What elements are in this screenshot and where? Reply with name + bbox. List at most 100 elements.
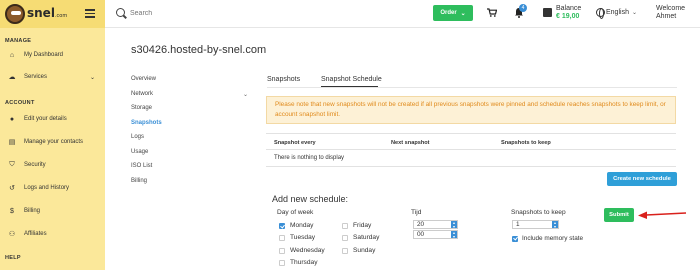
checkbox [342, 247, 348, 254]
contacts-icon: ▤ [8, 139, 16, 146]
sidebar-item-billing[interactable]: $ Billing [0, 204, 105, 218]
column-header-next-snapshot: Next snapshot [391, 140, 430, 146]
active-tab-indicator [321, 86, 378, 87]
checkbox-checked [279, 222, 285, 229]
tab-snapshots[interactable]: Snapshots [267, 76, 300, 83]
home-icon: ⌂ [9, 51, 15, 59]
sidebar-item-services[interactable]: ☁ Services ⌄ [0, 70, 105, 84]
subnav-usage[interactable]: Usage [131, 149, 148, 155]
day-label: Tuesday [290, 234, 316, 241]
create-schedule-button[interactable]: Create new schedule [607, 172, 677, 186]
sidebar-item-label: Services [24, 74, 48, 80]
minute-select[interactable]: 00 ▴ ▾ [413, 230, 458, 239]
table-empty-message: There is nothing to display [274, 155, 345, 161]
sidebar-item-security[interactable]: ⛉ Security [0, 158, 105, 172]
column-header-snapshots-to-keep: Snapshots to keep [501, 140, 551, 146]
snapshots-to-keep-label: Snapshots to keep [511, 209, 566, 216]
day-checkbox-friday[interactable]: Friday [342, 222, 371, 229]
checkbox [279, 234, 285, 241]
time-label: Tijd [411, 209, 422, 216]
hour-select[interactable]: 20 ▴ ▾ [413, 220, 458, 229]
day-label: Saturday [353, 234, 380, 241]
logo[interactable]: snel.com [0, 0, 105, 28]
user-menu[interactable]: Welcome Ahmet [656, 5, 685, 21]
day-checkbox-wednesday[interactable]: Wednesday [279, 247, 325, 254]
sidebar-section-help: HELP [5, 255, 21, 261]
wallet-icon [543, 8, 552, 17]
day-checkbox-saturday[interactable]: Saturday [342, 234, 379, 241]
subnav-network[interactable]: Network [131, 91, 153, 97]
add-schedule-heading: Add new schedule: [272, 194, 349, 204]
hour-value: 20 [417, 221, 425, 228]
day-checkbox-sunday[interactable]: Sunday [342, 247, 375, 254]
subnav-overview[interactable]: Overview [131, 76, 156, 82]
tab-snapshot-schedule[interactable]: Snapshot Schedule [321, 76, 382, 83]
shield-icon: ⛉ [9, 161, 15, 168]
search-input[interactable] [130, 6, 330, 21]
day-label: Sunday [353, 247, 376, 254]
sidebar-item-label: Edit your details [24, 116, 67, 122]
welcome-label: Welcome [656, 5, 686, 12]
balance-label: Balance [556, 5, 582, 12]
day-label: Wednesday [290, 247, 325, 254]
sidebar-item-edit-details[interactable]: ● Edit your details [0, 112, 105, 126]
subnav-snapshots[interactable]: Snapshots [131, 120, 162, 126]
sidebar-section-manage: MANAGE [5, 38, 32, 44]
tab-divider [267, 87, 677, 88]
include-memory-label: Include memory state [522, 235, 584, 242]
user-icon: ● [9, 115, 15, 123]
page-title: s30426.hosted-by-snel.com [131, 44, 267, 56]
submit-button[interactable]: Submit [604, 208, 634, 222]
chevron-down-icon: ⌄ [243, 92, 249, 98]
day-of-week-label: Day of week [277, 209, 314, 216]
day-label: Thursday [290, 259, 318, 266]
top-bar: snel.com Order ⌄ 4 Balance € 19,00 Engli… [0, 0, 700, 28]
select-arrows-icon: ▴ ▾ [451, 220, 457, 229]
order-label: Order [440, 10, 457, 16]
column-header-snapshot-every: Snapshot every [274, 140, 316, 146]
day-checkbox-monday[interactable]: Monday [279, 222, 313, 229]
day-label: Monday [290, 222, 314, 229]
order-button[interactable]: Order ⌄ [433, 5, 473, 21]
history-icon: ↺ [9, 185, 15, 192]
table-divider [266, 166, 676, 167]
sidebar-item-affiliates[interactable]: ⚇ Affiliates [0, 227, 105, 241]
dollar-icon: $ [10, 207, 14, 215]
sidebar-item-label: Logs and History [24, 185, 70, 191]
snapshots-to-keep-select[interactable]: 1 ▴ ▾ [512, 220, 559, 229]
subnav-storage[interactable]: Storage [131, 105, 152, 111]
minute-value: 00 [417, 231, 425, 238]
subnav-logs[interactable]: Logs [131, 134, 144, 140]
sidebar-item-label: Billing [24, 208, 41, 214]
chevron-down-icon: ⌄ [89, 74, 95, 81]
day-label: Friday [353, 222, 372, 229]
snail-mascot-icon [5, 4, 25, 24]
sidebar-item-label: Affiliates [24, 231, 47, 237]
checkbox [342, 222, 348, 229]
annotation-arrow-icon [638, 211, 687, 219]
sidebar-item-label: Security [24, 162, 46, 168]
subnav-billing[interactable]: Billing [131, 178, 147, 184]
balance-value[interactable]: € 19,00 [556, 13, 579, 20]
language-selector[interactable]: English [606, 9, 629, 16]
menu-toggle-icon[interactable] [85, 9, 95, 18]
user-name: Ahmet [656, 13, 677, 20]
day-checkbox-tuesday[interactable]: Tuesday [279, 234, 315, 241]
include-memory-checkbox[interactable]: Include memory state [512, 235, 583, 242]
select-arrows-icon: ▴ ▾ [451, 230, 457, 239]
sidebar-item-contacts[interactable]: ▤ Manage your contacts [0, 135, 105, 149]
sidebar-item-label: Manage your contacts [24, 139, 84, 145]
checkbox [279, 247, 285, 254]
logo-text: snel [27, 6, 55, 20]
sidebar: MANAGE ⌂ My Dashboard ☁ Services ⌄ ACCOU… [0, 28, 105, 270]
sidebar-item-logs-history[interactable]: ↺ Logs and History [0, 181, 105, 195]
chevron-down-icon: ⌄ [632, 10, 638, 16]
notification-badge: 4 [519, 4, 527, 12]
sidebar-item-dashboard[interactable]: ⌂ My Dashboard [0, 48, 105, 62]
schedule-table-header: Snapshot every Next snapshot Snapshots t… [266, 133, 676, 150]
subnav-iso-list[interactable]: ISO List [131, 163, 152, 169]
day-checkbox-thursday[interactable]: Thursday [279, 259, 318, 266]
affiliates-icon: ⚇ [8, 231, 16, 238]
logo-suffix: .com [54, 13, 68, 19]
cart-icon[interactable] [487, 8, 497, 17]
